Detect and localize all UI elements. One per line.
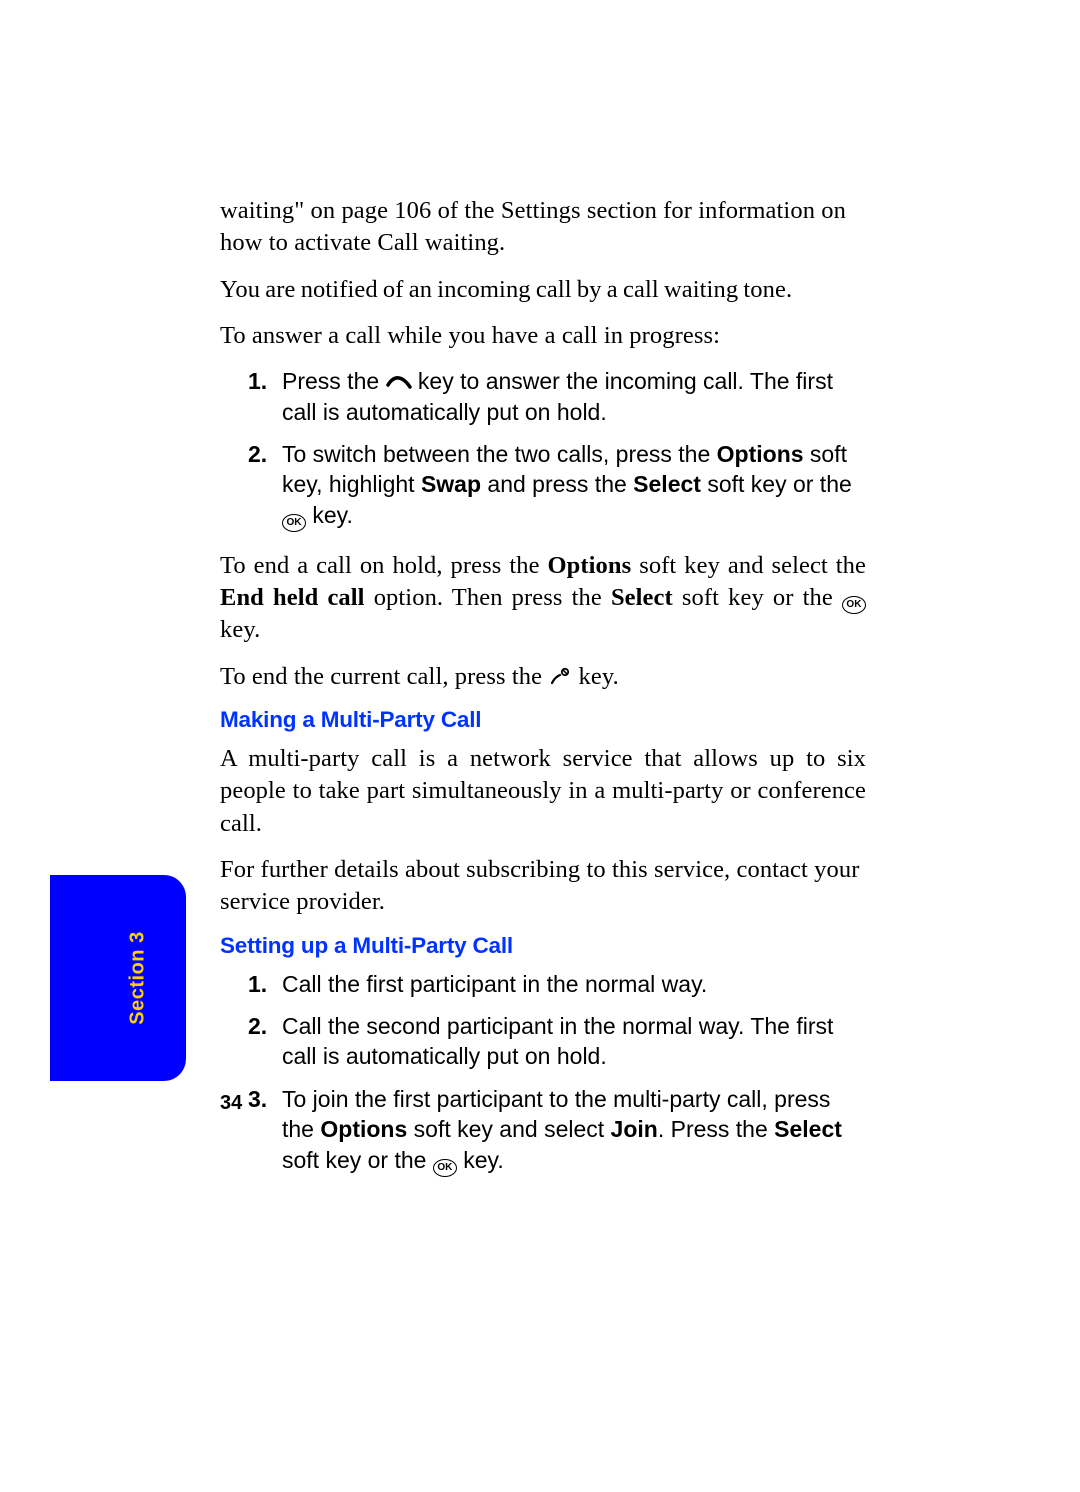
page: Section 3 waiting" on page 106 of the Se… xyxy=(0,0,1080,1492)
list-item: 2. To switch between the two calls, pres… xyxy=(282,439,866,532)
text: option. Then press the xyxy=(365,584,611,611)
text: key. xyxy=(306,502,353,528)
page-number: 34 xyxy=(220,1092,242,1115)
text: To end the current call, press the xyxy=(220,663,548,690)
bold-text: Options xyxy=(717,441,804,467)
text: key. xyxy=(457,1147,504,1173)
text: Call the first participant in the normal… xyxy=(282,971,707,997)
text: soft key or the xyxy=(701,471,852,497)
section-tab-label: Section 3 xyxy=(127,931,150,1024)
list-item: 1. Press the key to answer the incoming … xyxy=(282,366,866,427)
bold-text: Swap xyxy=(421,471,481,497)
list-item: 2. Call the second participant in the no… xyxy=(282,1011,866,1072)
end-key-icon xyxy=(548,664,572,684)
text: Call the second participant in the norma… xyxy=(282,1013,833,1069)
list-marker: 2. xyxy=(248,1011,267,1041)
ordered-list: 1. Press the key to answer the incoming … xyxy=(220,366,866,531)
text: To end a call on hold, press the xyxy=(220,552,548,579)
paragraph: To answer a call while you have a call i… xyxy=(220,320,866,352)
text: soft key and select the xyxy=(631,552,866,579)
list-item: 3. To join the first participant to the … xyxy=(282,1084,866,1177)
list-marker: 2. xyxy=(248,439,267,469)
bold-text: End held call xyxy=(220,584,365,611)
section-tab: Section 3 xyxy=(90,875,186,1081)
bold-text: Select xyxy=(633,471,701,497)
paragraph: You are notified of an incoming call by … xyxy=(220,274,866,306)
paragraph: A multi-party call is a network service … xyxy=(220,743,866,840)
text: key. xyxy=(220,616,260,643)
list-marker: 1. xyxy=(248,969,267,999)
bold-text: Join xyxy=(611,1116,658,1142)
text: soft key or the xyxy=(673,584,842,611)
heading: Setting up a Multi-Party Call xyxy=(220,933,866,959)
text: soft key and select xyxy=(407,1116,610,1142)
text: and press the xyxy=(481,471,633,497)
send-key-icon xyxy=(386,368,412,386)
ok-key-icon: OK xyxy=(842,596,866,614)
paragraph: waiting" on page 106 of the Settings sec… xyxy=(220,195,866,260)
list-marker: 3. xyxy=(248,1084,267,1114)
paragraph: For further details about subscribing to… xyxy=(220,854,866,919)
ok-key-icon: OK xyxy=(433,1159,457,1177)
bold-text: Select xyxy=(774,1116,842,1142)
body-text: waiting" on page 106 of the Settings sec… xyxy=(220,195,866,1195)
bold-text: Options xyxy=(320,1116,407,1142)
heading: Making a Multi-Party Call xyxy=(220,707,866,733)
paragraph: To end the current call, press the key. xyxy=(220,661,866,693)
list-item: 1. Call the first participant in the nor… xyxy=(282,969,866,999)
text: To switch between the two calls, press t… xyxy=(282,441,717,467)
list-marker: 1. xyxy=(248,366,267,396)
bold-text: Select xyxy=(611,584,673,611)
text: soft key or the xyxy=(282,1147,433,1173)
text: Press the xyxy=(282,368,386,394)
text: . Press the xyxy=(658,1116,774,1142)
paragraph: To end a call on hold, press the Options… xyxy=(220,550,866,647)
ok-key-icon: OK xyxy=(282,514,306,532)
text: key. xyxy=(572,663,619,690)
ordered-list: 1. Call the first participant in the nor… xyxy=(220,969,866,1177)
bold-text: Options xyxy=(548,552,632,579)
